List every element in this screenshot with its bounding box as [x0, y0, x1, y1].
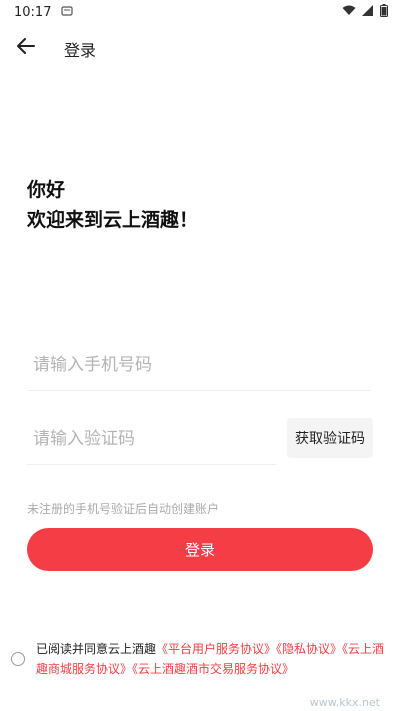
wifi-icon [342, 5, 356, 20]
greeting: 你好 欢迎来到云上酒趣！ [27, 175, 198, 235]
phone-field [27, 340, 371, 391]
status-time: 10:17 [14, 4, 52, 20]
code-input[interactable] [27, 414, 276, 464]
greeting-line-2: 欢迎来到云上酒趣！ [27, 209, 199, 231]
status-bar: 10:17 [0, 0, 400, 24]
greeting-line-1: 你好 [27, 179, 66, 201]
agreement-prefix: 已阅读并同意云上酒趣 [36, 642, 157, 656]
agreement-radio[interactable] [11, 652, 25, 666]
app-bar: 登录 [0, 28, 400, 68]
page-title: 登录 [64, 41, 97, 60]
privacy-link[interactable]: 《隐私协议》 [276, 642, 342, 656]
code-field [27, 414, 276, 465]
login-button[interactable]: 登录 [27, 528, 373, 571]
register-hint: 未注册的手机号验证后自动创建账户 [27, 502, 220, 516]
signal-icon [362, 4, 374, 20]
back-button[interactable] [12, 34, 40, 62]
user-agreement-link[interactable]: 《平台用户服务协议》 [156, 642, 276, 656]
battery-icon [380, 3, 388, 21]
phone-input[interactable] [27, 340, 371, 390]
agreement-text: 已阅读并同意云上酒趣《平台用户服务协议》《隐私协议》《云上酒趣商城服务协议》《云… [36, 639, 386, 679]
market-agreement-link[interactable]: 《云上酒趣酒市交易服务协议》 [132, 662, 294, 676]
notification-icon [61, 5, 74, 20]
arrow-left-icon [17, 38, 35, 58]
watermark: www.kkx.net [309, 696, 380, 709]
get-code-button[interactable]: 获取验证码 [287, 418, 373, 458]
